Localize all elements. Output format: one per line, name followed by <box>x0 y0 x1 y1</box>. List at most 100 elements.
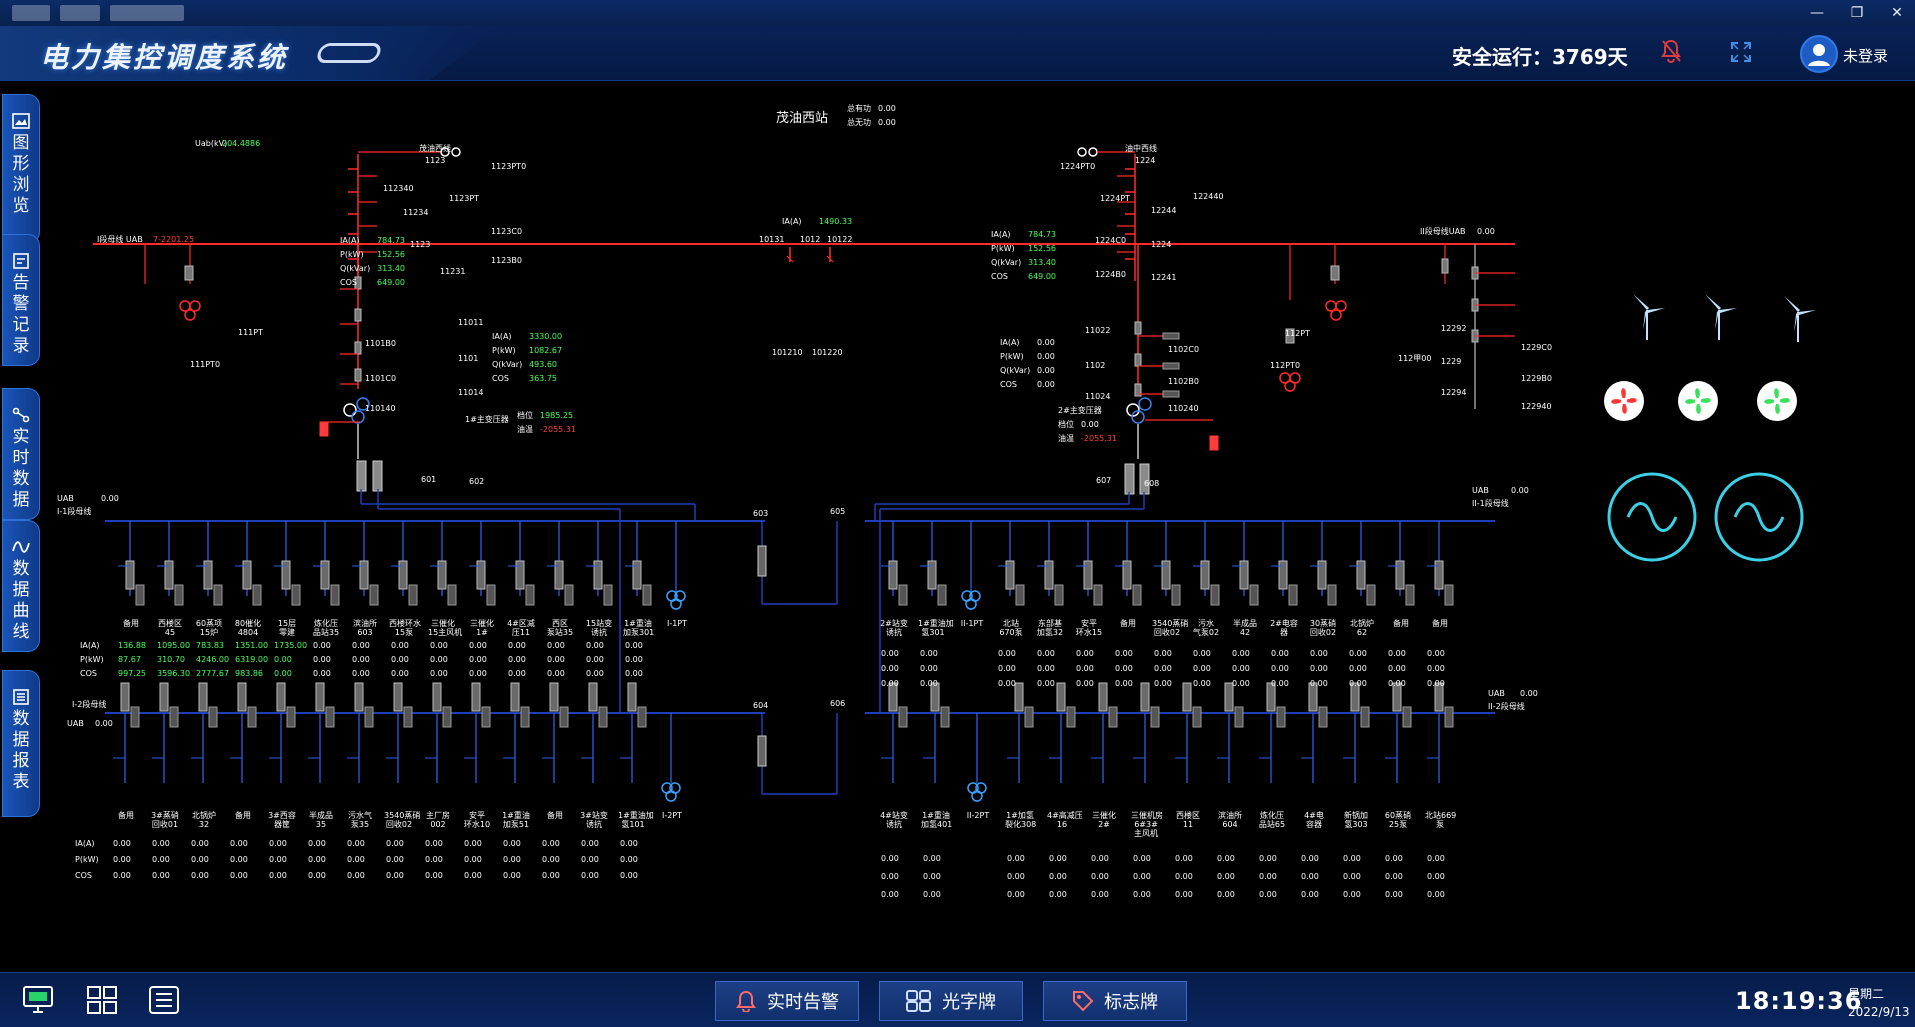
feeder-breaker[interactable] <box>242 560 252 590</box>
feeder-breaker[interactable] <box>637 706 647 728</box>
close-button[interactable]: ✕ <box>1884 3 1910 23</box>
feeder-name[interactable]: 污水气 泵35 <box>345 811 375 829</box>
feeder-name[interactable]: 1#加氢 裂化308 <box>1005 811 1036 829</box>
bell-off-icon[interactable] <box>1660 39 1682 63</box>
breaker-switch[interactable] <box>354 308 362 322</box>
switch-label[interactable]: 12292 <box>1441 324 1466 333</box>
feeder-name[interactable]: 2#站变 诱抗 <box>879 619 909 637</box>
breaker-switch[interactable] <box>1209 435 1219 451</box>
coupler-switch[interactable] <box>757 735 767 767</box>
feeder-name[interactable]: 三催化 1# <box>467 619 497 637</box>
login-link[interactable]: 未登录 <box>1843 45 1888 66</box>
fan-icon[interactable] <box>1756 380 1798 422</box>
feeder-breaker[interactable] <box>1098 682 1108 712</box>
feeder-breaker[interactable] <box>252 584 262 606</box>
feeder-name[interactable]: 1#重油 加氢401 <box>921 811 952 829</box>
feeder-breaker[interactable] <box>1317 560 1327 590</box>
feeder-breaker[interactable] <box>1005 560 1015 590</box>
switch-label[interactable]: 112甲00 <box>1398 354 1431 363</box>
feeder-breaker[interactable] <box>1140 682 1150 712</box>
feeder-breaker[interactable] <box>898 584 908 606</box>
switch-label[interactable]: 1102 <box>1085 361 1105 370</box>
feeder-breaker[interactable] <box>1024 706 1034 728</box>
feeder-name[interactable]: 主厂房 002 <box>423 811 453 829</box>
switch-label[interactable]: 12244 <box>1151 206 1176 215</box>
light-board-button[interactable]: 光字牌 <box>879 981 1023 1021</box>
feeder-name[interactable]: 北站 670泵 <box>996 619 1026 637</box>
feeder-breaker[interactable] <box>442 706 452 728</box>
feeder-name[interactable]: I-1PT <box>662 619 692 628</box>
nav-alarm-record[interactable]: 告警记录 <box>2 234 40 366</box>
feeder-breaker[interactable] <box>549 682 559 712</box>
switch-label[interactable]: 11234 <box>403 208 428 217</box>
switch-label[interactable]: 1123C0 <box>491 227 522 236</box>
feeder-breaker[interactable] <box>593 560 603 590</box>
feeder-breaker[interactable] <box>486 584 496 606</box>
feeder-breaker[interactable] <box>1402 706 1412 728</box>
feeder-breaker[interactable] <box>1278 560 1288 590</box>
feeder-breaker[interactable] <box>1249 584 1259 606</box>
restore-button[interactable]: ❐ <box>1844 3 1870 23</box>
breaker-switch[interactable] <box>356 460 367 492</box>
feeder-breaker[interactable] <box>130 706 140 728</box>
feeder-name[interactable]: 三催机房 6#3# 主风机 <box>1131 811 1163 838</box>
feeder-breaker[interactable] <box>447 584 457 606</box>
switch-label[interactable]: 1229B0 <box>1521 374 1552 383</box>
feeder-breaker[interactable] <box>393 682 403 712</box>
feeder-breaker[interactable] <box>1318 706 1328 728</box>
feeder-breaker[interactable] <box>898 706 908 728</box>
feeder-name[interactable]: 4#电 容器 <box>1299 811 1329 829</box>
feeder-name[interactable]: 北站669 泵 <box>1425 811 1456 829</box>
feeder-name[interactable]: 西区 泵站35 <box>545 619 575 637</box>
feeder-name[interactable]: 60蒸硝 25泵 <box>1383 811 1413 829</box>
switch-label[interactable]: 11011 <box>458 318 483 327</box>
feeder-breaker[interactable] <box>325 706 335 728</box>
feeder-breaker[interactable] <box>1405 584 1415 606</box>
switch-label[interactable]: 112PT0 <box>1270 361 1300 370</box>
fan-icon[interactable] <box>1603 380 1645 422</box>
feeder-breaker[interactable] <box>164 560 174 590</box>
switch-label[interactable]: 601 <box>421 475 436 484</box>
feeder-breaker[interactable] <box>286 706 296 728</box>
feeder-breaker[interactable] <box>330 584 340 606</box>
feeder-breaker[interactable] <box>588 682 598 712</box>
feeder-breaker[interactable] <box>208 706 218 728</box>
feeder-breaker[interactable] <box>315 682 325 712</box>
feeder-name[interactable]: 北锅炉 62 <box>1347 619 1377 637</box>
feeder-name[interactable]: 30蒸硝 回收02 <box>1308 619 1338 637</box>
feeder-breaker[interactable] <box>159 682 169 712</box>
feeder-name[interactable]: 炼化压 品站65 <box>1257 811 1287 829</box>
switch-label[interactable]: 1123PT <box>449 194 479 203</box>
feeder-breaker[interactable] <box>1444 584 1454 606</box>
switch-label[interactable]: 11014 <box>458 388 483 397</box>
feeder-breaker[interactable] <box>369 584 379 606</box>
nav-data-report[interactable]: 数据报表 <box>2 670 40 817</box>
switch-label[interactable]: 12241 <box>1151 273 1176 282</box>
feeder-breaker[interactable] <box>1182 682 1192 712</box>
switch-label[interactable]: 1224C0 <box>1095 236 1126 245</box>
realtime-alarm-button[interactable]: 实时告警 <box>715 981 859 1021</box>
feeder-breaker[interactable] <box>525 584 535 606</box>
feeder-name[interactable]: 3#站变 诱抗 <box>579 811 609 829</box>
feeder-name[interactable]: 4#区减 压11 <box>506 619 536 637</box>
switch-label[interactable]: 11024 <box>1085 392 1110 401</box>
switch-label[interactable]: 1224B0 <box>1095 270 1126 279</box>
feeder-breaker[interactable] <box>603 584 613 606</box>
switch-label[interactable]: 101210 <box>772 348 803 357</box>
feeder-breaker[interactable] <box>471 682 481 712</box>
feeder-name[interactable]: 炼化压 品站35 <box>311 619 341 637</box>
window-tab-blurred[interactable] <box>110 5 184 21</box>
grid-icon[interactable] <box>86 985 118 1015</box>
switch-label[interactable]: 1102B0 <box>1168 377 1199 386</box>
feeder-name[interactable]: 1#重油 加泵301 <box>623 619 654 637</box>
feeder-breaker[interactable] <box>481 706 491 728</box>
feeder-breaker[interactable] <box>520 706 530 728</box>
feeder-breaker[interactable] <box>198 682 208 712</box>
feeder-breaker[interactable] <box>320 560 330 590</box>
feeder-breaker[interactable] <box>1444 706 1454 728</box>
feeder-breaker[interactable] <box>1161 560 1171 590</box>
feeder-breaker[interactable] <box>354 682 364 712</box>
feeder-breaker[interactable] <box>515 560 525 590</box>
switch-label[interactable]: 1229C0 <box>1521 343 1552 352</box>
feeder-name[interactable]: 备用 <box>116 619 146 628</box>
